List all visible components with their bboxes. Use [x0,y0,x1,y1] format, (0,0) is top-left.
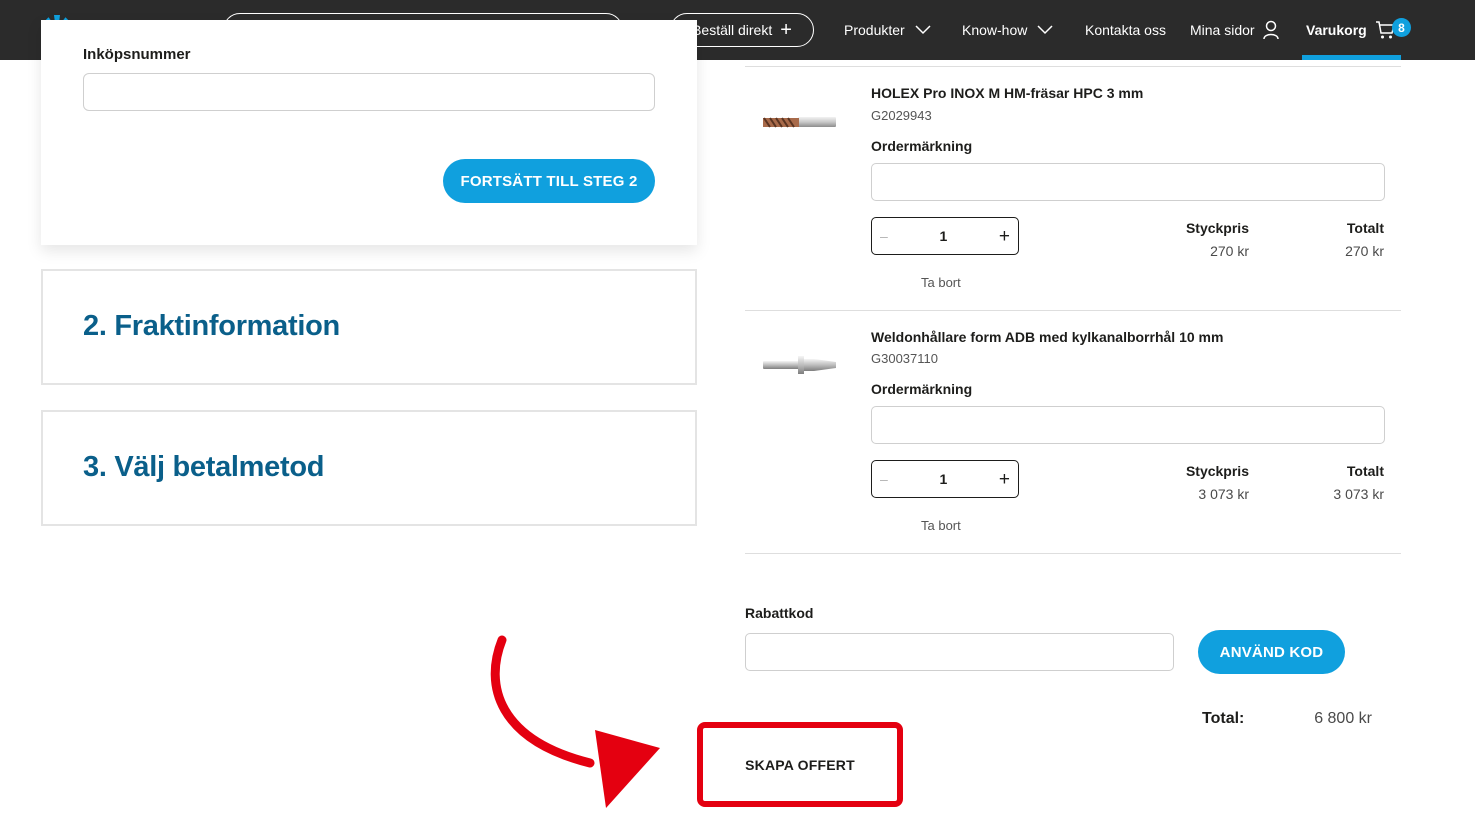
increase-quantity-button[interactable]: + [999,470,1010,489]
payment-method-section[interactable]: 3. Välj betalmetod [41,410,697,526]
discount-code-label: Rabattkod [745,605,814,621]
product-name[interactable]: Weldonhållare form ADB med kylkanalborrh… [871,329,1223,345]
nav-contact[interactable]: Kontakta oss [1085,19,1166,41]
create-quote-button[interactable]: SKAPA OFFERT [697,722,903,807]
unit-price-label: Styckpris [1185,220,1249,236]
remove-item-link[interactable]: Ta bort [921,518,961,533]
purchase-number-label: Inköpsnummer [83,46,191,63]
chevron-down-icon [915,25,931,35]
order-marking-input[interactable] [871,163,1385,201]
tool-holder-image [763,356,836,374]
nav-cart-label: Varukorg [1306,22,1367,38]
order-marking-input[interactable] [871,406,1385,444]
active-tab-indicator [1302,55,1401,60]
nav-knowhow-label: Know-how [962,22,1028,38]
red-arrow-annotation [490,635,660,808]
plus-icon: + [780,19,792,41]
unit-price-value: 3 073 kr [1198,486,1249,502]
cart-count-badge: 8 [1392,18,1411,37]
decrease-quantity-button[interactable]: – [880,471,888,487]
quantity-stepper: – 1 + [871,460,1019,498]
quantity-value[interactable]: 1 [939,228,947,244]
unit-price-label: Styckpris [1185,463,1249,479]
order-marking-label: Ordermärkning [871,381,973,397]
end-mill-image [763,117,836,128]
user-icon [1262,20,1279,40]
remove-item-link[interactable]: Ta bort [921,275,961,290]
decrease-quantity-button[interactable]: – [880,228,888,244]
nav-products[interactable]: Produkter [844,19,931,41]
line-total-value: 270 kr [1345,243,1384,259]
nav-my-pages[interactable]: Mina sidor [1190,19,1279,41]
order-marking-label: Ordermärkning [871,138,973,154]
product-sku: G30037110 [871,351,938,366]
order-total-value: 6 800 kr [1314,710,1372,727]
nav-products-label: Produkter [844,22,905,38]
divider [745,66,1401,67]
apply-code-button[interactable]: ANVÄND KOD [1198,630,1345,674]
line-total-value: 3 073 kr [1333,486,1384,502]
quantity-value[interactable]: 1 [939,471,947,487]
discount-code-input[interactable] [745,633,1174,671]
order-direct-label: Beställ direkt [692,22,773,38]
shipping-info-section[interactable]: 2. Fraktinformation [41,269,697,385]
shipping-info-title: 2. Fraktinformation [83,310,340,342]
product-name[interactable]: HOLEX Pro INOX M HM-fräsar HPC 3 mm [871,85,1143,101]
nav-my-pages-label: Mina sidor [1190,22,1255,38]
purchase-number-input[interactable] [83,73,655,111]
nav-contact-label: Kontakta oss [1085,22,1166,38]
unit-price-value: 270 kr [1210,243,1249,259]
payment-method-title: 3. Välj betalmetod [83,451,325,483]
increase-quantity-button[interactable]: + [999,227,1010,246]
nav-cart[interactable]: Varukorg [1306,19,1395,41]
quantity-stepper: – 1 + [871,217,1019,255]
divider [745,310,1401,311]
nav-knowhow[interactable]: Know-how [962,19,1053,41]
chevron-down-icon [1037,25,1053,35]
product-sku: G2029943 [871,108,932,123]
line-total-label: Totalt [1346,220,1384,236]
order-total-label: Total: [1202,710,1245,727]
line-total-label: Totalt [1346,463,1384,479]
continue-step2-button[interactable]: FORTSÄTT TILL STEG 2 [443,159,655,203]
divider [745,553,1401,554]
